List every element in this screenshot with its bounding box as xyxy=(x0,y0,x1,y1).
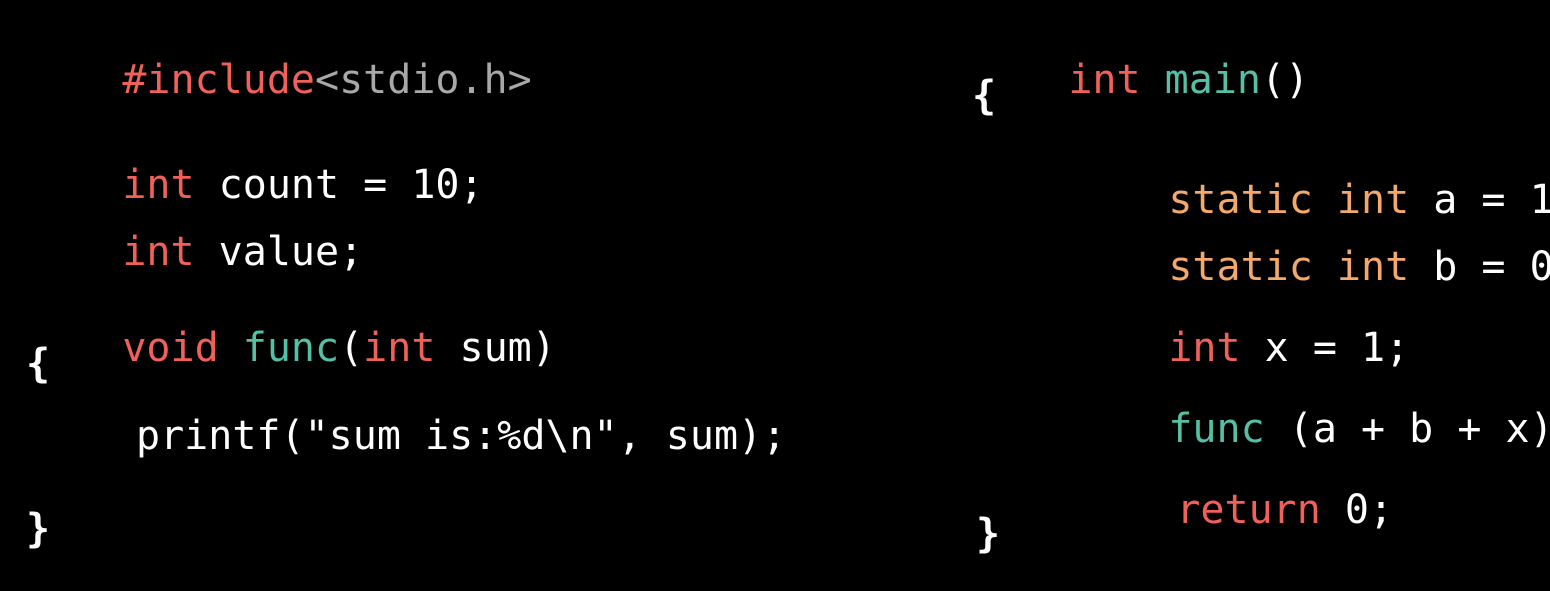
value-declaration-text: value; xyxy=(194,229,364,275)
main-return-type: int xyxy=(1068,57,1141,103)
main-close-brace: } xyxy=(976,511,1001,557)
printf-statement: printf("sum is:%d\n", sum); xyxy=(136,413,787,459)
func-close-brace: } xyxy=(26,506,51,552)
return-keyword: return xyxy=(1176,487,1321,533)
include-header: <stdio.h> xyxy=(314,57,532,103)
func-param-text: sum) xyxy=(435,325,556,371)
main-name: main xyxy=(1164,57,1261,103)
func-param-type: int xyxy=(363,325,436,371)
return-line: return 0; xyxy=(1080,438,1393,582)
static-b-text: b = 0; xyxy=(1433,244,1550,290)
func-signature-line: void func(int sum) xyxy=(26,276,556,420)
return-value: 0; xyxy=(1320,487,1394,533)
main-open-brace: { xyxy=(972,73,997,119)
func-return-type: void xyxy=(122,325,219,371)
include-directive: #include xyxy=(122,57,315,103)
value-type-keyword: int xyxy=(122,229,195,275)
func-open-brace: { xyxy=(26,341,51,387)
main-parens: () xyxy=(1261,57,1310,103)
func-open-paren: ( xyxy=(339,325,364,371)
func-name: func xyxy=(242,325,340,371)
